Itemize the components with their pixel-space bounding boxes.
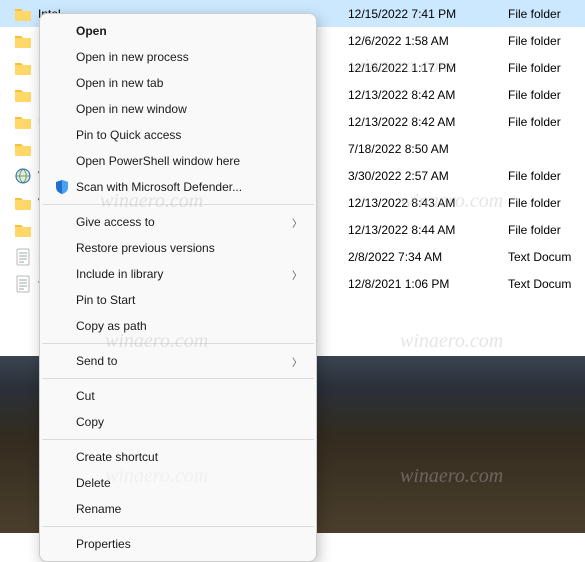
menu-separator — [42, 439, 314, 440]
menu-restore[interactable]: Restore previous versions — [40, 235, 316, 261]
menu-separator — [42, 343, 314, 344]
menu-include-lib[interactable]: Include in library〉 — [40, 261, 316, 287]
folder-icon — [14, 221, 32, 239]
folder-icon — [14, 59, 32, 77]
file-type: Text Docum — [508, 277, 585, 291]
file-type: File folder — [508, 34, 585, 48]
file-type: File folder — [508, 61, 585, 75]
file-date: 12/13/2022 8:43 AM — [348, 196, 508, 210]
file-date: 12/13/2022 8:42 AM — [348, 115, 508, 129]
file-date: 7/18/2022 8:50 AM — [348, 142, 508, 156]
menu-send-to[interactable]: Send to〉 — [40, 348, 316, 374]
text-icon — [14, 248, 32, 266]
file-type: File folder — [508, 223, 585, 237]
folder-icon — [14, 32, 32, 50]
menu-give-access[interactable]: Give access to〉 — [40, 209, 316, 235]
context-menu: Open Open in new process Open in new tab… — [39, 13, 317, 562]
menu-open-process[interactable]: Open in new process — [40, 44, 316, 70]
menu-open[interactable]: Open — [40, 18, 316, 44]
menu-open-window[interactable]: Open in new window — [40, 96, 316, 122]
menu-powershell[interactable]: Open PowerShell window here — [40, 148, 316, 174]
chevron-right-icon: 〉 — [292, 215, 302, 230]
file-date: 12/8/2021 1:06 PM — [348, 277, 508, 291]
menu-pin-quick[interactable]: Pin to Quick access — [40, 122, 316, 148]
file-date: 2/8/2022 7:34 AM — [348, 250, 508, 264]
file-type: File folder — [508, 196, 585, 210]
menu-separator — [42, 204, 314, 205]
file-date: 12/13/2022 8:42 AM — [348, 88, 508, 102]
file-date: 12/6/2022 1:58 AM — [348, 34, 508, 48]
watermark: winaero.com — [400, 330, 503, 353]
menu-rename[interactable]: Rename — [40, 496, 316, 522]
folder-icon — [14, 5, 32, 23]
file-type: Text Docum — [508, 250, 585, 264]
menu-cut[interactable]: Cut — [40, 383, 316, 409]
watermark: winaero.com — [400, 465, 503, 488]
menu-separator — [42, 378, 314, 379]
chevron-right-icon: 〉 — [292, 354, 302, 369]
menu-shortcut[interactable]: Create shortcut — [40, 444, 316, 470]
menu-delete[interactable]: Delete — [40, 470, 316, 496]
globe-icon — [14, 167, 32, 185]
folder-icon — [14, 140, 32, 158]
file-date: 12/13/2022 8:44 AM — [348, 223, 508, 237]
file-type: File folder — [508, 115, 585, 129]
file-type: File folder — [508, 88, 585, 102]
menu-separator — [42, 526, 314, 527]
file-date: 12/15/2022 7:41 PM — [348, 7, 508, 21]
text-icon — [14, 275, 32, 293]
folder-icon — [14, 86, 32, 104]
menu-defender[interactable]: Scan with Microsoft Defender... — [40, 174, 316, 200]
file-type: File folder — [508, 169, 585, 183]
menu-properties[interactable]: Properties — [40, 531, 316, 557]
file-date: 12/16/2022 1:17 PM — [348, 61, 508, 75]
menu-copy-path[interactable]: Copy as path — [40, 313, 316, 339]
chevron-right-icon: 〉 — [292, 267, 302, 282]
menu-open-tab[interactable]: Open in new tab — [40, 70, 316, 96]
menu-copy[interactable]: Copy — [40, 409, 316, 435]
file-date: 3/30/2022 2:57 AM — [348, 169, 508, 183]
file-type: File folder — [508, 7, 585, 21]
folder-icon — [14, 113, 32, 131]
shield-icon — [48, 179, 76, 195]
folder-icon — [14, 194, 32, 212]
menu-pin-start[interactable]: Pin to Start — [40, 287, 316, 313]
